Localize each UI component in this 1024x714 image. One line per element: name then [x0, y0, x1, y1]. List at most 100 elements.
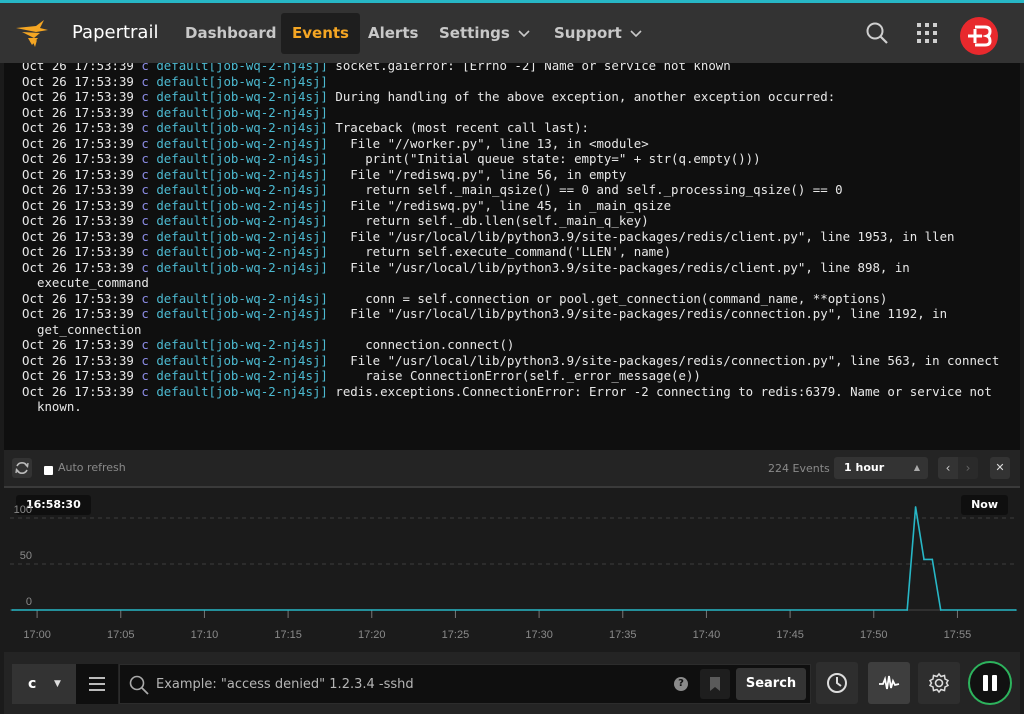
- log-line[interactable]: Oct 26 17:53:39 c default[job-wq-2-nj4sj…: [22, 136, 1012, 152]
- time-range-select[interactable]: 1 hour ▲: [834, 457, 928, 479]
- log-timestamp: Oct 26 17:53:39: [22, 89, 134, 104]
- saved-searches-menu-button[interactable]: [76, 664, 118, 704]
- log-line[interactable]: Oct 26 17:53:39 c default[job-wq-2-nj4sj…: [22, 105, 1012, 121]
- log-program[interactable]: c: [141, 167, 148, 182]
- log-program[interactable]: c: [141, 306, 148, 321]
- log-line[interactable]: Oct 26 17:53:39 c default[job-wq-2-nj4sj…: [22, 353, 1012, 369]
- system-group-select[interactable]: c ▼: [12, 664, 76, 704]
- log-system[interactable]: default[job-wq-2-nj4sj]: [156, 105, 328, 120]
- log-message: raise ConnectionError(self._error_messag…: [335, 368, 701, 383]
- log-system[interactable]: default[job-wq-2-nj4sj]: [156, 306, 328, 321]
- log-program[interactable]: c: [141, 151, 148, 166]
- log-system[interactable]: default[job-wq-2-nj4sj]: [156, 244, 328, 259]
- histogram-toggle-button[interactable]: [868, 662, 910, 704]
- log-program[interactable]: c: [141, 260, 148, 275]
- nav-events[interactable]: Events: [281, 13, 360, 54]
- log-line[interactable]: Oct 26 17:53:39 c default[job-wq-2-nj4sj…: [22, 291, 1012, 307]
- x-tick-label: 17:55: [944, 629, 972, 641]
- log-system[interactable]: default[job-wq-2-nj4sj]: [156, 260, 328, 275]
- search-input[interactable]: [156, 665, 656, 703]
- next-page-button[interactable]: ›: [958, 457, 978, 479]
- log-message: File "/rediswq.py", line 45, in _main_qs…: [335, 197, 672, 213]
- log-line[interactable]: Oct 26 17:53:39 c default[job-wq-2-nj4sj…: [22, 74, 1012, 90]
- nav-dashboard[interactable]: Dashboard: [174, 13, 287, 54]
- log-program[interactable]: c: [141, 136, 148, 151]
- nav-events-label: Events: [292, 24, 349, 42]
- log-program[interactable]: c: [141, 384, 148, 399]
- log-timestamp: Oct 26 17:53:39: [22, 135, 134, 151]
- log-program[interactable]: c: [141, 74, 148, 89]
- log-system[interactable]: default[job-wq-2-nj4sj]: [156, 89, 328, 104]
- time-seek-button[interactable]: [816, 662, 858, 704]
- log-program[interactable]: c: [141, 368, 148, 383]
- log-program[interactable]: c: [141, 291, 148, 306]
- log-system[interactable]: default[job-wq-2-nj4sj]: [156, 213, 328, 228]
- log-system[interactable]: default[job-wq-2-nj4sj]: [156, 229, 328, 244]
- log-program[interactable]: c: [141, 89, 148, 104]
- log-line[interactable]: Oct 26 17:53:39 c default[job-wq-2-nj4sj…: [22, 260, 1012, 291]
- log-line[interactable]: Oct 26 17:53:39 c default[job-wq-2-nj4sj…: [22, 213, 1012, 229]
- log-program[interactable]: c: [141, 337, 148, 352]
- refresh-button[interactable]: [12, 458, 32, 478]
- event-histogram[interactable]: 16:58:30 Now 0 50 100 17:00 17:05 17:10 17:15 1…: [4, 490, 1020, 652]
- log-message: File "//worker.py", line 13, in <module>: [335, 135, 649, 151]
- papertrail-logo-icon[interactable]: [14, 18, 50, 48]
- log-message: Traceback (most recent call last):: [335, 120, 589, 135]
- search-icon[interactable]: [865, 21, 891, 47]
- log-system[interactable]: default[job-wq-2-nj4sj]: [156, 120, 328, 135]
- nav-support[interactable]: Support: [543, 13, 653, 54]
- system-group-value: c: [28, 676, 37, 692]
- log-line[interactable]: Oct 26 17:53:39 c default[job-wq-2-nj4sj…: [22, 244, 1012, 260]
- log-line[interactable]: Oct 26 17:53:39 c default[job-wq-2-nj4sj…: [22, 182, 1012, 198]
- nav-settings[interactable]: Settings: [428, 13, 541, 54]
- close-histogram-button[interactable]: ✕: [990, 457, 1010, 479]
- log-timestamp: Oct 26 17:53:39: [22, 368, 134, 383]
- log-line[interactable]: Oct 26 17:53:39 c default[job-wq-2-nj4sj…: [22, 337, 1012, 353]
- log-line[interactable]: Oct 26 17:53:39 c default[job-wq-2-nj4sj…: [22, 198, 1012, 214]
- log-system[interactable]: default[job-wq-2-nj4sj]: [156, 136, 328, 151]
- log-program[interactable]: c: [141, 213, 148, 228]
- log-program[interactable]: c: [141, 353, 148, 368]
- pause-live-tail-button[interactable]: [968, 661, 1012, 705]
- log-events-pane[interactable]: Oct 26 17:53:39 c default[job-wq-2-nj4sj…: [4, 63, 1020, 450]
- log-program[interactable]: c: [141, 229, 148, 244]
- log-system[interactable]: default[job-wq-2-nj4sj]: [156, 167, 328, 182]
- log-line[interactable]: Oct 26 17:53:39 c default[job-wq-2-nj4sj…: [22, 167, 1012, 183]
- log-line[interactable]: Oct 26 17:53:39 c default[job-wq-2-nj4sj…: [22, 63, 1012, 74]
- log-program[interactable]: c: [141, 105, 148, 120]
- log-system[interactable]: default[job-wq-2-nj4sj]: [156, 198, 328, 213]
- x-tick-label: 17:05: [107, 629, 135, 641]
- log-program[interactable]: c: [141, 244, 148, 259]
- previous-page-button[interactable]: ‹: [938, 457, 958, 479]
- save-search-button[interactable]: [700, 669, 730, 699]
- settings-button[interactable]: [918, 662, 960, 704]
- log-system[interactable]: default[job-wq-2-nj4sj]: [156, 368, 328, 383]
- log-program[interactable]: c: [141, 198, 148, 213]
- log-line[interactable]: Oct 26 17:53:39 c default[job-wq-2-nj4sj…: [22, 229, 1012, 245]
- nav-alerts[interactable]: Alerts: [357, 13, 429, 54]
- log-line[interactable]: Oct 26 17:53:39 c default[job-wq-2-nj4sj…: [22, 120, 1012, 136]
- log-system[interactable]: default[job-wq-2-nj4sj]: [156, 337, 328, 352]
- brand-name[interactable]: Papertrail: [72, 22, 158, 43]
- search-button[interactable]: Search: [736, 668, 806, 700]
- log-system[interactable]: default[job-wq-2-nj4sj]: [156, 74, 328, 89]
- log-program[interactable]: c: [141, 182, 148, 197]
- log-line[interactable]: Oct 26 17:53:39 c default[job-wq-2-nj4sj…: [22, 306, 1012, 337]
- log-program[interactable]: c: [141, 120, 148, 135]
- clock-icon: [827, 673, 847, 693]
- log-line[interactable]: Oct 26 17:53:39 c default[job-wq-2-nj4sj…: [22, 89, 1012, 105]
- log-line[interactable]: Oct 26 17:53:39 c default[job-wq-2-nj4sj…: [22, 151, 1012, 167]
- log-system[interactable]: default[job-wq-2-nj4sj]: [156, 291, 328, 306]
- log-system[interactable]: default[job-wq-2-nj4sj]: [156, 151, 328, 166]
- log-line[interactable]: Oct 26 17:53:39 c default[job-wq-2-nj4sj…: [22, 368, 1012, 384]
- log-program[interactable]: c: [141, 63, 148, 73]
- apps-grid-icon[interactable]: [915, 21, 941, 47]
- auto-refresh-checkbox[interactable]: [44, 466, 53, 475]
- user-avatar[interactable]: [960, 17, 998, 55]
- log-system[interactable]: default[job-wq-2-nj4sj]: [156, 182, 328, 197]
- help-icon[interactable]: ?: [674, 677, 688, 691]
- log-system[interactable]: default[job-wq-2-nj4sj]: [156, 384, 328, 399]
- log-line[interactable]: Oct 26 17:53:39 c default[job-wq-2-nj4sj…: [22, 384, 1012, 415]
- log-system[interactable]: default[job-wq-2-nj4sj]: [156, 353, 328, 368]
- log-system[interactable]: default[job-wq-2-nj4sj]: [156, 63, 328, 73]
